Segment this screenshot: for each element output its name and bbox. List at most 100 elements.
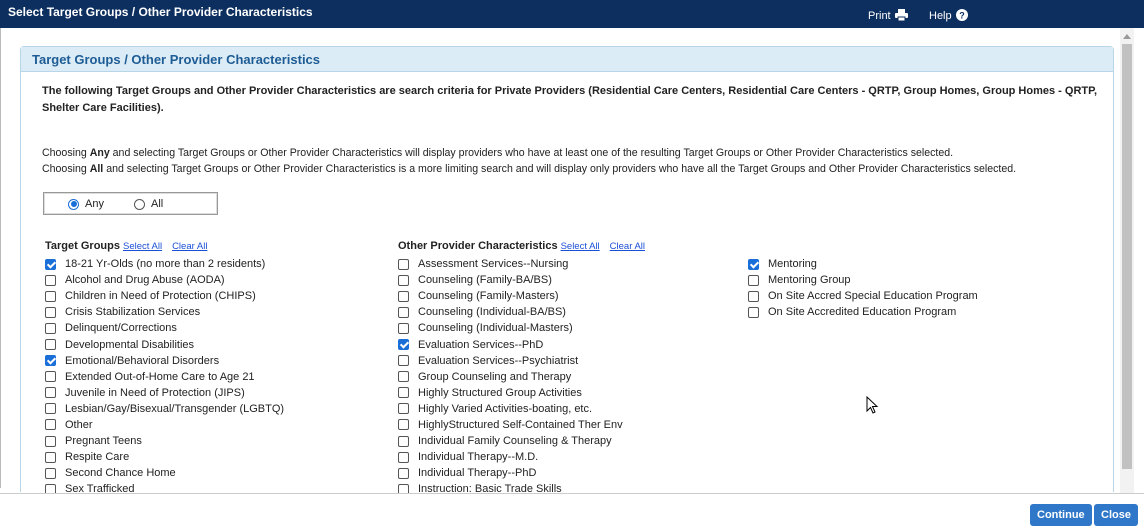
checkbox-option[interactable]: Individual Therapy--PhD (398, 465, 645, 481)
radio-any[interactable]: Any (68, 198, 104, 210)
checkbox-unchecked[interactable] (398, 258, 409, 270)
checkbox-label: Children in Need of Protection (CHIPS) (65, 290, 256, 303)
other-characteristics-list: Assessment Services--Nursing Counseling (… (398, 256, 645, 497)
checkbox-unchecked[interactable] (45, 371, 56, 383)
scrollbar-thumb[interactable] (1122, 44, 1132, 469)
target-groups-select-all[interactable]: Select All (123, 241, 162, 252)
match-mode-group: Any All (43, 192, 218, 215)
target-groups-clear-all[interactable]: Clear All (172, 241, 207, 252)
checkbox-option[interactable]: Individual Therapy--M.D. (398, 449, 645, 465)
checkbox-unchecked[interactable] (748, 274, 759, 286)
checkbox-label: Counseling (Family-BA/BS) (418, 274, 552, 287)
checkbox-option[interactable]: Delinquent/Corrections (45, 320, 284, 336)
continue-button[interactable]: Continue (1030, 504, 1092, 526)
radio-all-indicator[interactable] (134, 198, 145, 210)
other-characteristics-list-2: Mentoring Mentoring Group On Site Accred S… (748, 256, 978, 320)
checkbox-option[interactable]: Second Chance Home (45, 465, 284, 481)
checkbox-unchecked[interactable] (45, 467, 56, 479)
checkbox-option[interactable]: Counseling (Individual-BA/BS) (398, 304, 645, 320)
checkbox-checked[interactable] (45, 355, 56, 367)
checkbox-option[interactable]: Developmental Disabilities (45, 336, 284, 352)
checkbox-label: Evaluation Services--PhD (418, 338, 544, 351)
checkbox-unchecked[interactable] (45, 322, 56, 334)
dialog-titlebar: Select Target Groups / Other Provider Ch… (0, 0, 1144, 28)
checkbox-option[interactable]: Individual Family Counseling & Therapy (398, 433, 645, 449)
checkbox-label: On Site Accredited Education Program (768, 306, 957, 319)
other-clear-all[interactable]: Clear All (610, 241, 645, 252)
print-button[interactable]: Print (868, 9, 908, 22)
checkbox-unchecked[interactable] (748, 306, 759, 318)
checkbox-option[interactable]: Lesbian/Gay/Bisexual/Transgender (LGBTQ) (45, 401, 284, 417)
checkbox-label: Group Counseling and Therapy (418, 370, 572, 383)
checkbox-option[interactable]: 18-21 Yr-Olds (no more than 2 residents) (45, 256, 284, 272)
checkbox-option[interactable]: Respite Care (45, 449, 284, 465)
checkbox-unchecked[interactable] (398, 355, 409, 367)
checkbox-label: Second Chance Home (65, 467, 176, 480)
help-button[interactable]: Help? (929, 9, 968, 22)
checkbox-checked[interactable] (398, 339, 409, 351)
checkbox-option[interactable]: Group Counseling and Therapy (398, 369, 645, 385)
checkbox-unchecked[interactable] (398, 290, 409, 302)
checkbox-option[interactable]: Other (45, 417, 284, 433)
target-groups-header: Target Groups Select All Clear All (45, 240, 208, 252)
checkbox-option[interactable]: Counseling (Family-BA/BS) (398, 272, 645, 288)
checkbox-option[interactable]: Highly Varied Activities-boating, etc. (398, 401, 645, 417)
vertical-scrollbar[interactable] (1120, 28, 1134, 493)
checkbox-unchecked[interactable] (398, 467, 409, 479)
close-button[interactable]: Close (1094, 504, 1138, 526)
match-description: Choosing Any and selecting Target Groups… (42, 145, 1108, 177)
checkbox-label: Individual Therapy--PhD (418, 467, 537, 480)
checkbox-option[interactable]: Mentoring (748, 256, 978, 272)
radio-any-indicator[interactable] (68, 198, 79, 210)
checkbox-option[interactable]: Highly Structured Group Activities (398, 385, 645, 401)
other-characteristics-header: Other Provider Characteristics Select All… (398, 240, 646, 252)
checkbox-label: Pregnant Teens (65, 435, 142, 448)
checkbox-label: Alcohol and Drug Abuse (AODA) (65, 274, 225, 287)
checkbox-option[interactable]: Crisis Stabilization Services (45, 304, 284, 320)
checkbox-option[interactable]: Counseling (Individual-Masters) (398, 320, 645, 336)
checkbox-option[interactable]: Children in Need of Protection (CHIPS) (45, 288, 284, 304)
other-select-all[interactable]: Select All (561, 241, 600, 252)
checkbox-checked[interactable] (45, 258, 56, 270)
checkbox-option[interactable]: Pregnant Teens (45, 433, 284, 449)
checkbox-option[interactable]: Mentoring Group (748, 272, 978, 288)
checkbox-unchecked[interactable] (398, 403, 409, 415)
checkbox-option[interactable]: On Site Accred Special Education Program (748, 288, 978, 304)
checkbox-unchecked[interactable] (398, 371, 409, 383)
scroll-up-arrow-icon[interactable] (1123, 34, 1131, 39)
checkbox-unchecked[interactable] (45, 419, 56, 431)
checkbox-option[interactable]: Counseling (Family-Masters) (398, 288, 645, 304)
checkbox-option[interactable]: Assessment Services--Nursing (398, 256, 645, 272)
checkbox-option[interactable]: Emotional/Behavioral Disorders (45, 353, 284, 369)
checkbox-unchecked[interactable] (45, 290, 56, 302)
checkbox-unchecked[interactable] (45, 339, 56, 351)
checkbox-option[interactable]: Evaluation Services--PhD (398, 336, 645, 352)
checkbox-unchecked[interactable] (398, 387, 409, 399)
checkbox-option[interactable]: HighlyStructured Self-Contained Ther Env (398, 417, 645, 433)
checkbox-unchecked[interactable] (45, 435, 56, 447)
checkbox-label: Other (65, 418, 93, 431)
checkbox-unchecked[interactable] (45, 403, 56, 415)
all-description: Choosing All and selecting Target Groups… (42, 163, 1017, 175)
checkbox-label: Mentoring (768, 258, 817, 271)
panel-heading: Target Groups / Other Provider Character… (21, 47, 1113, 72)
checkbox-unchecked[interactable] (398, 322, 409, 334)
checkbox-unchecked[interactable] (398, 274, 409, 286)
checkbox-unchecked[interactable] (45, 306, 56, 318)
checkbox-checked[interactable] (748, 258, 759, 270)
checkbox-option[interactable]: Juvenile in Need of Protection (JIPS) (45, 385, 284, 401)
checkbox-unchecked[interactable] (45, 451, 56, 463)
radio-all[interactable]: All (134, 198, 163, 210)
checkbox-option[interactable]: Extended Out-of-Home Care to Age 21 (45, 369, 284, 385)
checkbox-option[interactable]: Evaluation Services--Psychiatrist (398, 353, 645, 369)
question-circle-icon: ? (955, 9, 968, 21)
checkbox-unchecked[interactable] (748, 290, 759, 302)
checkbox-option[interactable]: On Site Accredited Education Program (748, 304, 978, 320)
checkbox-unchecked[interactable] (398, 419, 409, 431)
checkbox-unchecked[interactable] (398, 435, 409, 447)
checkbox-unchecked[interactable] (45, 274, 56, 286)
checkbox-unchecked[interactable] (45, 387, 56, 399)
checkbox-unchecked[interactable] (398, 306, 409, 318)
checkbox-unchecked[interactable] (398, 451, 409, 463)
checkbox-option[interactable]: Alcohol and Drug Abuse (AODA) (45, 272, 284, 288)
